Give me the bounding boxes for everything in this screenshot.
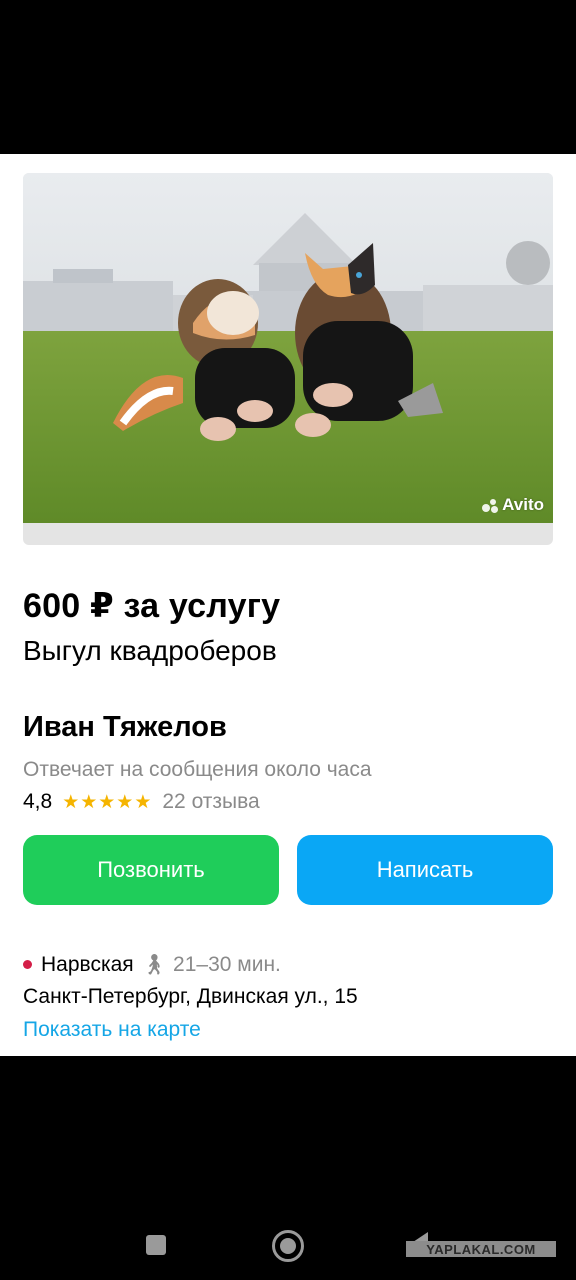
listing-photo[interactable]: Avito (23, 173, 553, 545)
photo-image (23, 173, 553, 523)
avito-watermark-text: Avito (502, 495, 544, 514)
seller-rating[interactable]: 4,8 ★★★★★ 22 отзыва (23, 790, 260, 814)
recent-apps-icon[interactable] (146, 1235, 166, 1255)
walk-time: 21–30 мин. (173, 952, 281, 976)
photo-illustration (23, 173, 553, 523)
rating-stars-icon: ★★★★★ (62, 791, 153, 813)
avito-logo-icon (481, 497, 499, 513)
rating-value: 4,8 (23, 790, 53, 813)
avito-watermark: Avito (481, 495, 544, 515)
metro-line-dot (23, 960, 32, 969)
site-watermark: YAPLAKAL.COM (406, 1241, 556, 1257)
call-button[interactable]: Позвонить (23, 835, 279, 905)
listing-card: Avito 600 ₽ за услугу Выгул квадроберов … (0, 154, 576, 1056)
listing-price: 600 ₽ за услугу (23, 587, 281, 625)
listing-title: Выгул квадроберов (23, 635, 277, 666)
system-navbar: YAPLAKAL.COM (0, 1210, 576, 1280)
seller-name[interactable]: Иван Тяжелов (23, 711, 227, 744)
reviews-count: 22 отзыва (162, 790, 260, 813)
address: Санкт-Петербург, Двинская ул., 15 (23, 985, 358, 1008)
metro-station: Нарвская (41, 952, 134, 976)
walk-icon: 🚶︎ (141, 954, 168, 976)
screen: Avito 600 ₽ за услугу Выгул квадроберов … (0, 0, 576, 1280)
metro-info: Нарвская 🚶︎ 21–30 мин. (23, 952, 281, 977)
seller-reply-time: Отвечает на сообщения около часа (23, 758, 372, 781)
show-on-map-link[interactable]: Показать на карте (23, 1018, 201, 1042)
home-icon[interactable] (272, 1230, 304, 1262)
write-button[interactable]: Написать (297, 835, 553, 905)
